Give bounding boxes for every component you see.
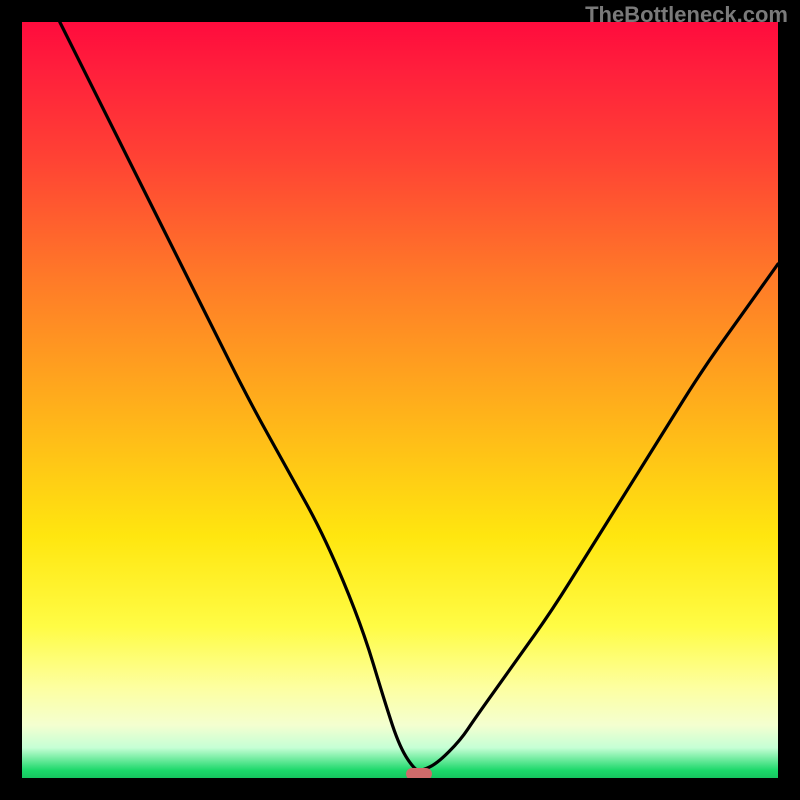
optimum-marker	[406, 768, 432, 778]
watermark-text: TheBottleneck.com	[585, 2, 788, 28]
bottleneck-curve	[22, 22, 778, 778]
chart-container: TheBottleneck.com	[0, 0, 800, 800]
plot-area	[22, 22, 778, 778]
curve-path	[60, 22, 778, 770]
